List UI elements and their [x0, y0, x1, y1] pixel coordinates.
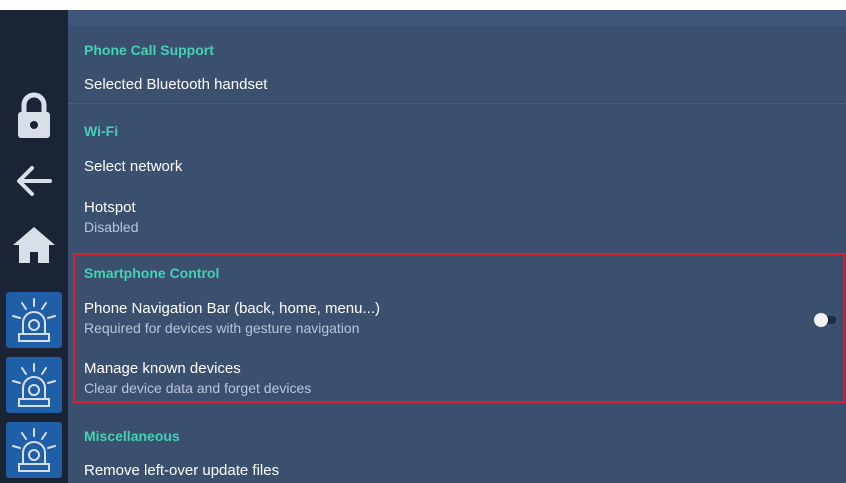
previous-item-strip	[68, 10, 846, 26]
toggle-knob	[814, 313, 828, 327]
item-hotspot[interactable]: Hotspot	[84, 199, 136, 216]
sidebar	[0, 10, 68, 483]
settings-list: Phone Call Support Selected Bluetooth ha…	[68, 10, 846, 483]
item-remove-update-files[interactable]: Remove left-over update files	[84, 462, 279, 479]
alarm-button-2[interactable]	[6, 357, 62, 413]
item-select-network[interactable]: Select network	[84, 158, 182, 175]
divider	[68, 103, 846, 104]
item-manage-known-devices-subtitle: Clear device data and forget devices	[84, 380, 312, 396]
top-bar	[0, 0, 846, 10]
alarm-button-3[interactable]	[6, 422, 62, 478]
alarm-icon	[12, 298, 56, 342]
section-header-phone-call: Phone Call Support	[84, 42, 214, 58]
section-header-smartphone-control: Smartphone Control	[84, 265, 220, 281]
item-phone-navigation-bar-subtitle: Required for devices with gesture naviga…	[84, 320, 360, 336]
back-arrow-icon[interactable]	[0, 156, 68, 206]
alarm-icon	[12, 363, 56, 407]
section-header-wifi: Wi-Fi	[84, 123, 119, 139]
alarm-button-1[interactable]	[6, 292, 62, 348]
alarm-icon	[12, 428, 56, 472]
home-icon[interactable]	[0, 220, 68, 270]
item-selected-bluetooth-handset[interactable]: Selected Bluetooth handset	[84, 76, 267, 93]
item-phone-navigation-bar[interactable]: Phone Navigation Bar (back, home, menu..…	[84, 300, 380, 317]
lock-icon[interactable]	[0, 88, 68, 144]
section-header-miscellaneous: Miscellaneous	[84, 428, 180, 444]
phone-navigation-bar-toggle[interactable]	[814, 313, 838, 327]
item-manage-known-devices[interactable]: Manage known devices	[84, 360, 241, 377]
item-hotspot-status: Disabled	[84, 219, 139, 235]
